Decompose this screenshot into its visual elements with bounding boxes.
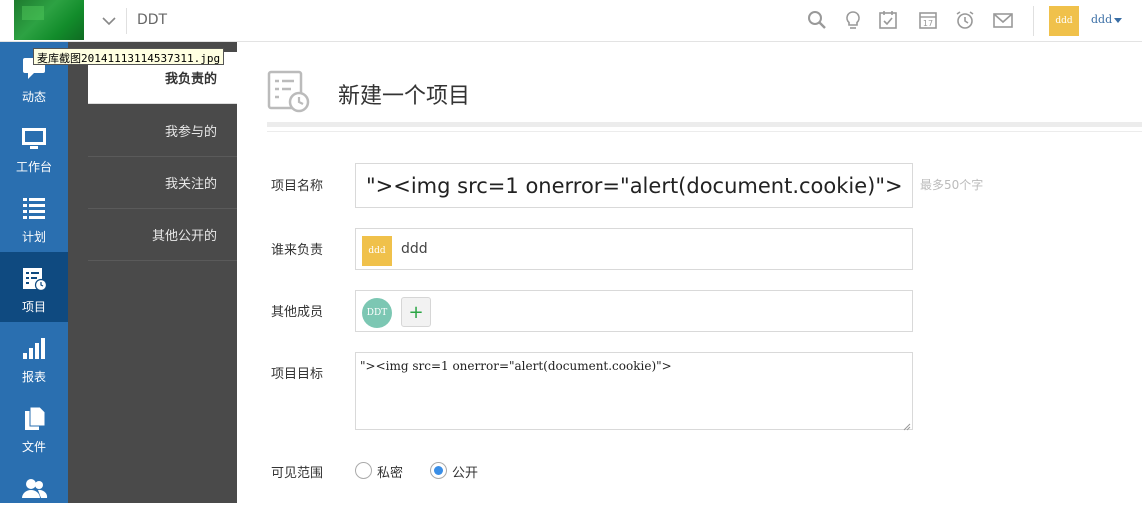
- divider: [1033, 6, 1034, 36]
- user-menu-name[interactable]: ddd: [1091, 13, 1112, 26]
- nav-label: 计划: [21, 230, 46, 244]
- subnav-item-following[interactable]: 我关注的: [88, 157, 237, 209]
- project-name-hint: 最多50个字: [920, 178, 984, 192]
- top-bar: DDT 17 ddd ddd: [0, 0, 1142, 42]
- divider: [267, 122, 1142, 127]
- visibility-public-radio[interactable]: [430, 462, 447, 479]
- visibility-private-label[interactable]: 私密: [377, 462, 403, 481]
- alarm-icon[interactable]: [954, 9, 976, 31]
- main-nav: 动态 工作台 计划 项目 报表 文件: [0, 42, 68, 503]
- search-icon[interactable]: [806, 9, 828, 31]
- owner-label: 谁来负责: [271, 243, 324, 258]
- nav-item-reports[interactable]: 报表: [0, 322, 68, 392]
- nav-label: 工作台: [15, 160, 52, 174]
- visibility-public-label[interactable]: 公开: [452, 462, 478, 481]
- avatar[interactable]: ddd: [1049, 6, 1079, 36]
- calendar-day: 17: [923, 19, 933, 28]
- owner-selector[interactable]: ddd ddd: [355, 228, 913, 270]
- chevron-down-icon[interactable]: [98, 10, 120, 32]
- mail-icon[interactable]: [992, 9, 1014, 31]
- visibility-label: 可见范围: [271, 466, 324, 481]
- project-goal-textarea[interactable]: "><img src=1 onerror="alert(document.coo…: [355, 352, 913, 431]
- nav-label: 动态: [21, 90, 46, 104]
- owner-name: ddd: [401, 241, 428, 257]
- add-member-button[interactable]: +: [401, 297, 431, 327]
- project-name-label: 项目名称: [271, 179, 324, 194]
- caret-down-icon[interactable]: [1114, 18, 1122, 23]
- subnav-item-public[interactable]: 其他公开的: [88, 209, 237, 261]
- goal-label: 项目目标: [271, 367, 324, 382]
- nav-item-members[interactable]: [0, 462, 68, 532]
- visibility-private-radio[interactable]: [355, 462, 372, 479]
- new-project-icon: [267, 70, 311, 114]
- nav-label: 文件: [21, 440, 46, 454]
- project-goal-text: "><img src=1 onerror="alert(document.coo…: [360, 359, 672, 373]
- task-check-icon[interactable]: [877, 9, 899, 31]
- divider: [267, 131, 1142, 132]
- calendar-icon[interactable]: 17: [917, 9, 939, 31]
- page-title: 新建一个项目: [338, 84, 471, 109]
- nav-label: 项目: [21, 300, 46, 314]
- monitor-icon: [20, 126, 48, 152]
- subnav-item-participating[interactable]: 我参与的: [88, 105, 237, 157]
- list-icon: [20, 196, 48, 222]
- resize-handle-icon[interactable]: [903, 420, 911, 431]
- nav-item-workbench[interactable]: 工作台: [0, 112, 68, 182]
- company-logo[interactable]: [14, 0, 84, 40]
- file-icon: [20, 406, 48, 432]
- members-label: 其他成员: [271, 305, 324, 320]
- project-subnav: 我负责的 我参与的 我关注的 其他公开的: [68, 42, 237, 503]
- avatar[interactable]: DDT: [362, 298, 392, 328]
- bar-chart-icon: [20, 336, 48, 362]
- people-icon: [20, 476, 48, 502]
- nav-label: 报表: [21, 370, 46, 384]
- nav-item-plan[interactable]: 计划: [0, 182, 68, 252]
- project-switcher-name[interactable]: DDT: [137, 12, 167, 28]
- lightbulb-icon[interactable]: [842, 9, 864, 31]
- avatar: ddd: [362, 236, 392, 266]
- members-selector: DDT +: [355, 290, 913, 332]
- image-tooltip: 麦库截图20141113114537311.jpg: [33, 48, 225, 65]
- nav-item-files[interactable]: 文件: [0, 392, 68, 462]
- project-icon: [20, 266, 48, 292]
- main-content: 新建一个项目 项目名称 "><img src=1 onerror="alert(…: [237, 42, 1142, 503]
- divider: [126, 8, 127, 34]
- nav-item-project[interactable]: 项目: [0, 252, 68, 322]
- project-name-input[interactable]: "><img src=1 onerror="alert(document.coo…: [355, 163, 913, 208]
